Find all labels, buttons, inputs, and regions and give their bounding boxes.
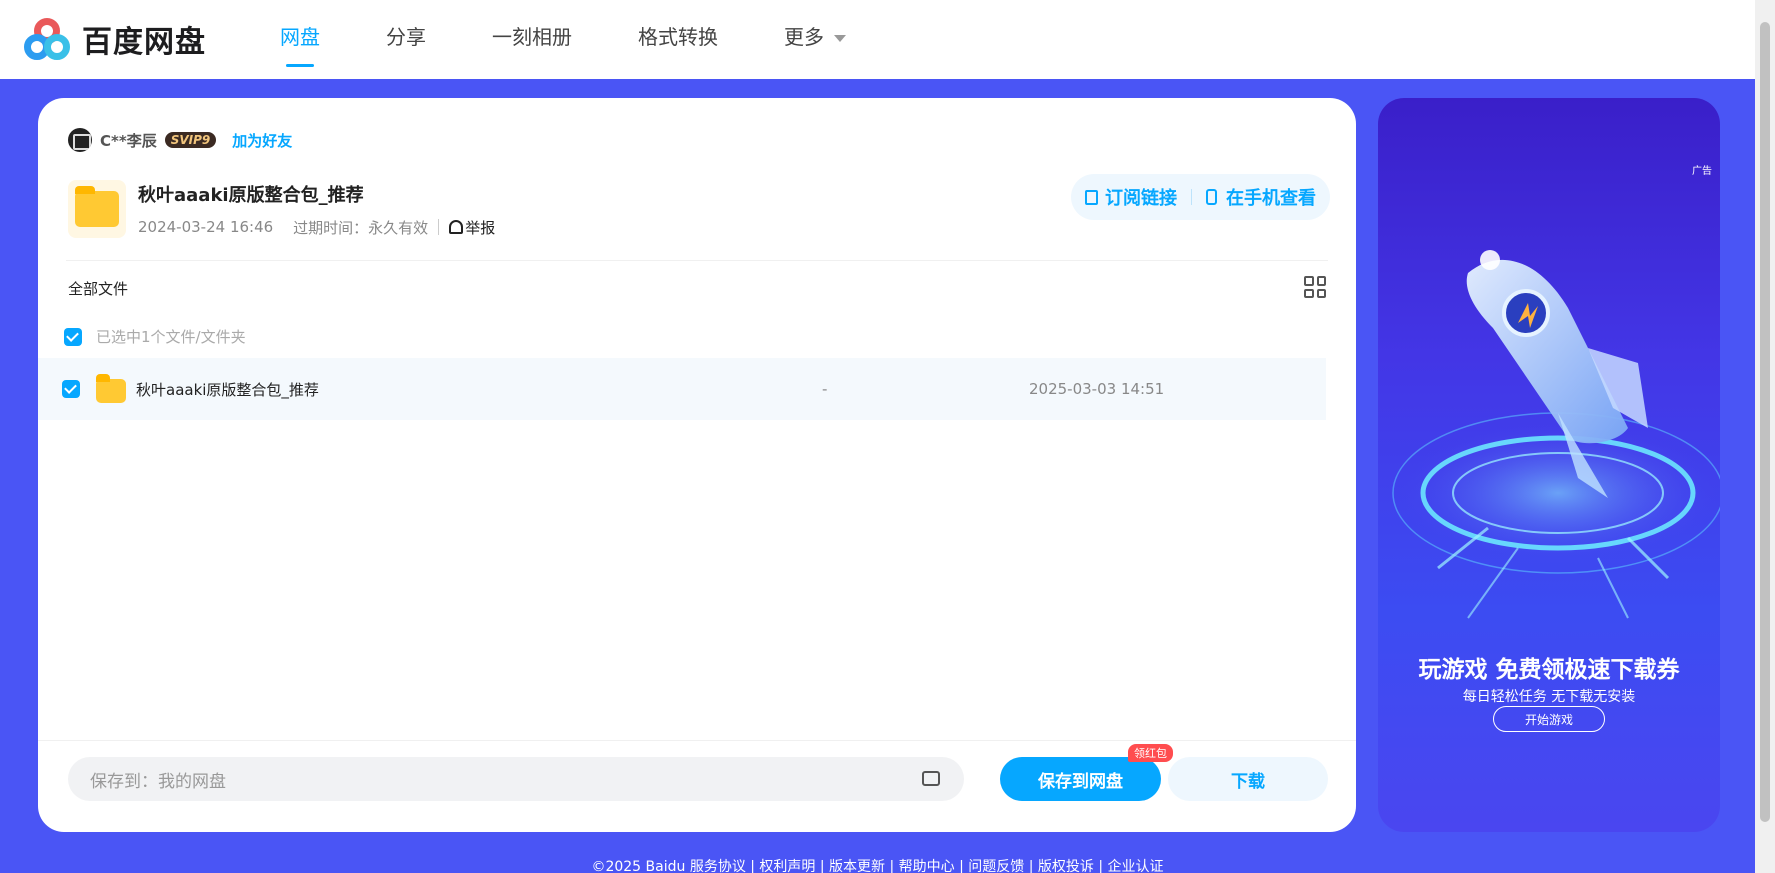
start-game-button[interactable]: 开始游戏 <box>1493 706 1605 732</box>
share-created-time: 2024-03-24 16:46 <box>138 218 274 236</box>
nav-more-label: 更多 <box>784 25 824 49</box>
row-checkbox[interactable] <box>62 380 80 398</box>
view-on-phone-label: 在手机查看 <box>1226 188 1316 209</box>
save-bar: 保存到：我的网盘 保存到网盘 领红包 下载 <box>38 740 1356 832</box>
vip-badge: SVIP9 <box>164 132 217 148</box>
phone-icon <box>1206 189 1217 205</box>
baidu-pan-logo[interactable]: 百度网盘 <box>24 16 206 62</box>
subscribe-link-button[interactable]: 订阅链接 <box>1085 184 1177 210</box>
ad-banner[interactable]: 广告 玩游戏 免费领极速下载券 每日轻松任务 无下载无安装 开始游戏 <box>1378 98 1720 832</box>
report-label: 举报 <box>465 218 496 237</box>
logo-icon <box>24 16 74 62</box>
chevron-down-icon <box>834 35 846 42</box>
page-scrollbar[interactable] <box>1755 0 1775 873</box>
section-divider <box>66 260 1328 261</box>
red-packet-badge: 领红包 <box>1128 744 1173 762</box>
save-to-netdisk-button[interactable]: 保存到网盘 <box>1000 757 1161 801</box>
nav-item-share[interactable]: 分享 <box>386 0 426 79</box>
avatar[interactable] <box>68 128 92 152</box>
folder-picker-icon[interactable] <box>922 771 940 786</box>
nav-item-netdisk[interactable]: 网盘 <box>280 0 320 79</box>
save-path-text: 保存到：我的网盘 <box>90 771 226 792</box>
ad-title: 玩游戏 免费领极速下载券 <box>1418 657 1680 683</box>
file-date: 2025-03-03 14:51 <box>1029 380 1165 398</box>
folder-icon <box>68 180 126 238</box>
share-expire-time: 过期时间：永久有效 <box>293 218 429 237</box>
add-friend-link[interactable]: 加为好友 <box>232 130 292 151</box>
table-row[interactable]: 秋叶aaaki原版整合包_推荐 - 2025-03-03 14:51 <box>38 358 1326 420</box>
nav-item-format-convert[interactable]: 格式转换 <box>638 0 718 79</box>
folder-icon <box>96 374 126 403</box>
footer-links[interactable]: ©2025 Baidu 服务协议 | 权利声明 | 版本更新 | 帮助中心 | … <box>0 856 1755 873</box>
meta-divider <box>438 219 440 235</box>
share-info: 秋叶aaaki原版整合包_推荐 2024-03-24 16:46 过期时间：永久… <box>138 181 495 238</box>
logo-text: 百度网盘 <box>82 25 206 60</box>
alarm-icon <box>449 220 464 234</box>
nav-item-album[interactable]: 一刻相册 <box>492 0 572 79</box>
bookmark-icon <box>1085 189 1098 205</box>
top-bar: 百度网盘 网盘 分享 一刻相册 格式转换 更多 <box>0 0 1755 79</box>
save-path-field[interactable]: 保存到：我的网盘 <box>68 757 964 801</box>
action-divider <box>1191 189 1192 205</box>
grid-view-icon[interactable] <box>1304 276 1326 298</box>
file-name[interactable]: 秋叶aaaki原版整合包_推荐 <box>136 379 319 400</box>
share-owner: C**李辰 SVIP9 加为好友 <box>68 128 292 152</box>
share-card: C**李辰 SVIP9 加为好友 秋叶aaaki原版整合包_推荐 2024-03… <box>38 98 1356 832</box>
selected-count-text: 已选中1个文件/文件夹 <box>96 328 246 346</box>
share-actions: 订阅链接 在手机查看 <box>1071 174 1330 220</box>
scrollbar-thumb[interactable] <box>1760 22 1770 822</box>
subscribe-label: 订阅链接 <box>1105 188 1177 209</box>
ad-subtitle: 每日轻松任务 无下载无安装 <box>1462 689 1636 705</box>
rocket-illustration <box>1392 250 1720 619</box>
share-title: 秋叶aaaki原版整合包_推荐 <box>138 184 364 206</box>
select-all-checkbox[interactable] <box>64 327 82 346</box>
nav-item-more[interactable]: 更多 <box>784 0 846 79</box>
share-meta: 2024-03-24 16:46 过期时间：永久有效 举报 <box>138 217 495 238</box>
report-link[interactable]: 举报 <box>449 217 495 238</box>
main-nav: 网盘 分享 一刻相册 格式转换 更多 <box>280 0 912 79</box>
file-size: - <box>822 380 828 398</box>
share-header: 秋叶aaaki原版整合包_推荐 2024-03-24 16:46 过期时间：永久… <box>68 180 495 238</box>
select-all-row: 已选中1个文件/文件夹 <box>64 326 246 347</box>
view-on-phone-button[interactable]: 在手机查看 <box>1206 184 1316 210</box>
breadcrumb[interactable]: 全部文件 <box>68 278 128 299</box>
ad-label: 广告 <box>1692 166 1712 177</box>
owner-name: C**李辰 <box>100 131 157 150</box>
download-button[interactable]: 下载 <box>1168 757 1328 801</box>
